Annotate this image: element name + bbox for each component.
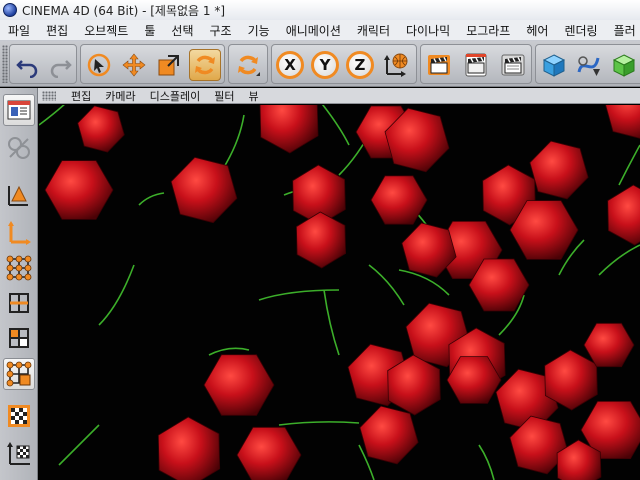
toolbar-group-objects [535,44,640,84]
scale-icon[interactable] [153,49,185,81]
cherry-object [236,426,302,480]
cherry-stem [323,289,340,356]
menu-bar: 파일 편집 오브젝트 툴 선택 구조 기능 애니메이션 캐릭터 다이나믹 모그라… [0,20,640,41]
menu-hair[interactable]: 헤어 [518,22,556,39]
y-axis-label: Y [311,51,339,79]
menu-selection[interactable]: 선택 [163,22,201,39]
cherry-object [259,105,319,154]
layout-icon[interactable] [3,94,35,126]
menu-mograph[interactable]: 모그라프 [458,22,518,39]
model-mode-icon[interactable] [3,178,35,210]
cherry-object [583,322,635,368]
nurbs-icon[interactable] [608,49,640,81]
cherry-stem [58,424,100,466]
cherry-stem [368,264,405,306]
polygons-mode-icon[interactable] [3,322,35,354]
cinema4d-logo-icon [3,3,17,17]
toolbar-group-axes: X Y Z [271,44,417,84]
coordinate-system-icon[interactable] [380,49,412,81]
viewport-menu-bar: 편집 카메라 디스플레이 필터 뷰 [38,88,640,104]
menu-plugins[interactable]: 플러 [606,22,640,39]
viewport-menu-edit[interactable]: 편집 [64,88,98,104]
cherry-stem [278,421,360,426]
cherry-object [44,160,114,220]
menu-animation[interactable]: 애니메이션 [278,22,349,39]
menu-edit[interactable]: 편집 [38,22,76,39]
viewport-menu-display[interactable]: 디스플레이 [143,88,208,104]
cherry-object [605,105,640,139]
cherry-stem [478,444,495,480]
toolbar-group-history [9,44,77,84]
cherry-stem [321,105,350,146]
cherry-stem [258,289,340,301]
cherry-object [170,156,238,224]
cherry-scene [39,105,640,480]
live-selection-icon[interactable] [83,49,115,81]
toolbar-group-recent [228,44,268,84]
menu-tools[interactable]: 툴 [136,22,163,39]
window-title: CINEMA 4D (64 Bit) - [제목없음 1 *] [22,3,226,18]
main-toolbar: X Y Z [0,41,640,87]
cherry-object [529,140,589,200]
edges-mode-icon[interactable] [3,287,35,319]
cherry-stem [98,264,135,326]
y-axis-icon[interactable]: Y [309,49,341,81]
undo-icon[interactable] [12,49,44,81]
make-editable-icon[interactable] [3,132,35,164]
recent-tools-icon[interactable] [232,49,264,81]
title-bar: CINEMA 4D (64 Bit) - [제목없음 1 *] [0,0,640,20]
spline-icon[interactable] [573,49,605,81]
viewport-menu-view[interactable]: 뷰 [241,88,265,104]
render-active-view-icon[interactable] [423,49,455,81]
cherry-object [295,211,347,269]
cherry-object [203,354,275,416]
viewport-grip[interactable] [42,90,56,101]
mode-palette [0,88,38,480]
toolbar-group-tools [80,44,225,84]
cherry-stem [39,105,65,126]
toolbar-group-render [420,44,532,84]
render-settings-icon[interactable] [497,49,529,81]
menu-functions[interactable]: 기능 [240,22,278,39]
toolbar-grip[interactable] [2,45,8,83]
menu-render[interactable]: 렌더링 [556,22,605,39]
redo-icon[interactable] [44,49,76,81]
object-axis-icon[interactable] [3,216,35,248]
cherry-object [359,405,419,465]
z-axis-icon[interactable]: Z [344,49,376,81]
x-axis-icon[interactable]: X [274,49,306,81]
points-mode-icon[interactable] [3,252,35,284]
viewport-menu-cameras[interactable]: 카메라 [98,88,142,104]
cherry-object [77,105,125,153]
render-to-picture-viewer-icon[interactable] [460,49,492,81]
workplane-icon[interactable] [3,437,35,469]
z-axis-label: Z [346,51,374,79]
menu-file[interactable]: 파일 [0,22,38,39]
menu-character[interactable]: 캐릭터 [349,22,398,39]
menu-structure[interactable]: 구조 [202,22,240,39]
x-axis-label: X [276,51,304,79]
cherry-stem [138,192,165,206]
cube-icon[interactable] [538,49,570,81]
viewport-menu-filter[interactable]: 필터 [207,88,241,104]
texture-mode-icon[interactable] [3,400,35,432]
cherry-stem [598,244,640,276]
perspective-viewport[interactable] [39,105,640,480]
cherry-object [370,175,428,225]
cherry-object [607,184,640,246]
move-icon[interactable] [118,49,150,81]
rotate-icon[interactable] [189,49,221,81]
uvw-points-icon[interactable] [3,358,35,390]
cherry-stem [208,347,250,356]
cherry-stem [618,144,640,186]
menu-objects[interactable]: 오브젝트 [76,22,136,39]
menu-dynamics[interactable]: 다이나믹 [398,22,458,39]
cherry-object [157,416,221,480]
